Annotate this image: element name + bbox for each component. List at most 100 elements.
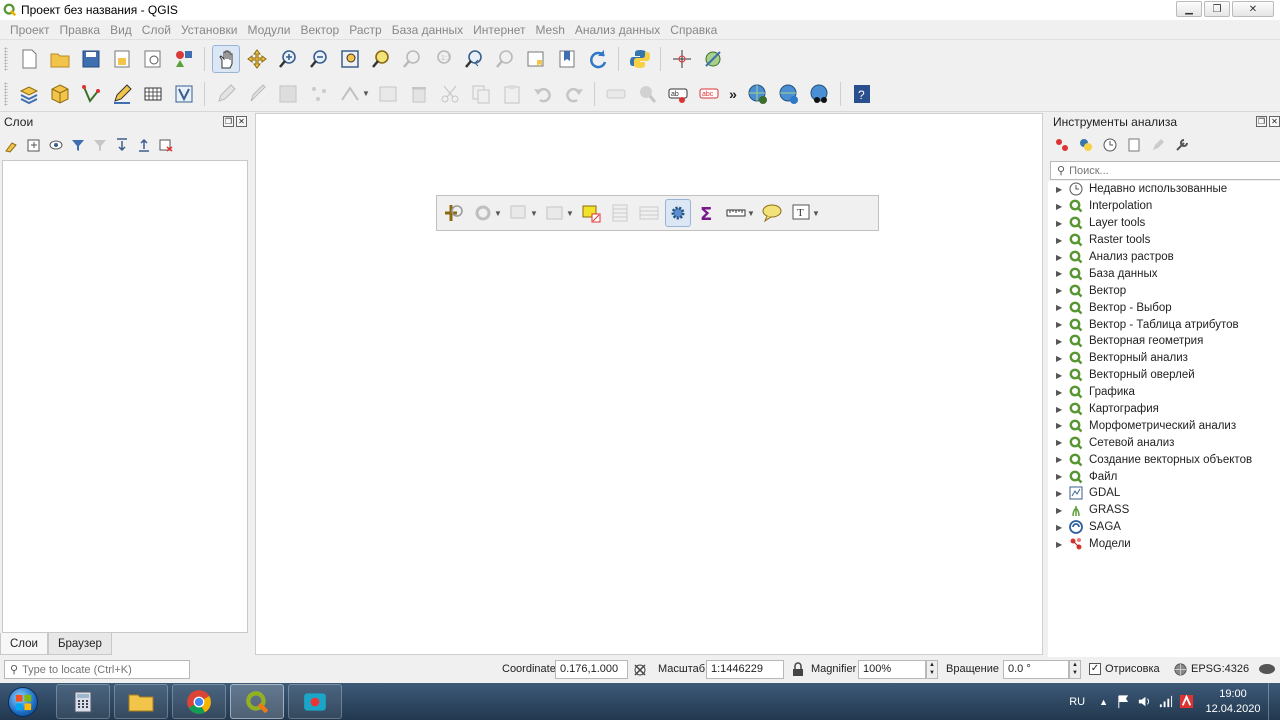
chrome-taskbar-button[interactable] [172, 684, 226, 719]
processing-group-item[interactable]: ▶ Векторный оверлей [1048, 367, 1280, 384]
expand-arrow-icon[interactable]: ▶ [1056, 236, 1064, 245]
expand-arrow-icon[interactable]: ▶ [1056, 202, 1064, 211]
open-project-button[interactable] [46, 45, 74, 73]
delete-selected-button[interactable] [405, 80, 433, 108]
copy-button[interactable] [467, 80, 495, 108]
style-manager-button[interactable] [170, 45, 198, 73]
vertex-tool-button[interactable] [336, 80, 364, 108]
expand-arrow-icon[interactable]: ▶ [1056, 286, 1064, 295]
web-layer-button[interactable] [744, 80, 772, 108]
coordinate-field[interactable]: 0.176,1.000 [555, 660, 628, 679]
tab-browser[interactable]: Браузер [47, 633, 112, 655]
magnifier-field[interactable]: 100% [858, 660, 926, 679]
expand-arrow-icon[interactable]: ▶ [1056, 405, 1064, 414]
panel-float-icon[interactable]: ❐ [1256, 116, 1267, 127]
antivirus-icon[interactable] [1179, 694, 1194, 709]
statistics-button[interactable]: Σ [694, 199, 720, 227]
language-indicator[interactable]: RU [1069, 696, 1085, 708]
layer-styling-icon[interactable] [4, 137, 20, 153]
locator-input[interactable] [22, 663, 183, 676]
georeferencer-button[interactable] [699, 45, 727, 73]
expand-arrow-icon[interactable]: ▶ [1056, 219, 1064, 228]
deselect-button[interactable] [578, 199, 604, 227]
processing-group-item[interactable]: ▶ Создание векторных объектов [1048, 451, 1280, 468]
processing-group-item[interactable]: ▶ Layer tools [1048, 215, 1280, 232]
new-layout-button[interactable] [108, 45, 136, 73]
results-viewer-icon[interactable] [1126, 137, 1142, 153]
expand-arrow-icon[interactable]: ▶ [1056, 523, 1064, 532]
zoom-last-button[interactable] [460, 45, 488, 73]
save-edits-button[interactable] [274, 80, 302, 108]
crs-globe-icon[interactable] [1173, 662, 1188, 677]
zoom-out-button[interactable] [305, 45, 333, 73]
tray-expand-icon[interactable]: ▲ [1099, 697, 1108, 707]
metasearch-button[interactable] [806, 80, 834, 108]
expand-arrow-icon[interactable]: ▶ [1056, 438, 1064, 447]
calculator-taskbar-button[interactable] [56, 684, 110, 719]
messages-icon[interactable] [1258, 662, 1276, 677]
panel-float-icon[interactable]: ❐ [223, 116, 234, 127]
text-annotation-button[interactable]: T [788, 199, 814, 227]
minimize-button[interactable]: ▁ [1176, 1, 1202, 17]
menu-vector[interactable]: Вектор [295, 20, 344, 40]
remove-layer-icon[interactable] [158, 137, 174, 153]
restore-button[interactable]: ❐ [1204, 1, 1230, 17]
new-geopackage-button[interactable] [46, 80, 74, 108]
toolbar-grip[interactable] [4, 81, 8, 106]
processing-group-item[interactable]: ▶ Графика [1048, 384, 1280, 401]
processing-group-item[interactable]: ▶ База данных [1048, 265, 1280, 282]
toggle-extents-icon[interactable] [632, 662, 648, 678]
expand-arrow-icon[interactable]: ▶ [1056, 337, 1064, 346]
expand-arrow-icon[interactable]: ▶ [1056, 421, 1064, 430]
zoom-full-button[interactable] [336, 45, 364, 73]
show-bookmarks-button[interactable] [553, 45, 581, 73]
tab-layers[interactable]: Слои [0, 633, 48, 655]
processing-group-item[interactable]: ▶ Вектор - Выбор [1048, 299, 1280, 316]
modify-attributes-button[interactable] [374, 80, 402, 108]
expand-arrow-icon[interactable]: ▶ [1056, 540, 1064, 549]
save-project-button[interactable] [77, 45, 105, 73]
expand-arrow-icon[interactable]: ▶ [1056, 506, 1064, 515]
processing-group-item[interactable]: ▶ SAGA [1048, 519, 1280, 536]
layout-manager-button[interactable] [139, 45, 167, 73]
field-calculator-button[interactable] [636, 199, 662, 227]
select-by-value-button[interactable] [542, 199, 568, 227]
select-features-button[interactable] [506, 199, 532, 227]
label-tool-button[interactable] [602, 80, 630, 108]
processing-group-item[interactable]: ▶ Вектор - Таблица атрибутов [1048, 316, 1280, 333]
filter-expression-icon[interactable] [92, 137, 108, 153]
processing-group-item[interactable]: ▶ Модели [1048, 536, 1280, 553]
start-button[interactable] [0, 683, 46, 720]
add-virtual-layer-button[interactable] [170, 80, 198, 108]
menu-web[interactable]: Интернет [468, 20, 530, 40]
processing-group-item[interactable]: ▶ Interpolation [1048, 198, 1280, 215]
processing-group-item[interactable]: ▶ Анализ растров [1048, 249, 1280, 266]
expand-arrow-icon[interactable]: ▶ [1056, 269, 1064, 278]
expand-arrow-icon[interactable]: ▶ [1056, 354, 1064, 363]
action-button[interactable] [470, 199, 496, 227]
expand-arrow-icon[interactable]: ▶ [1056, 455, 1064, 464]
zoom-next-button[interactable] [491, 45, 519, 73]
layers-list[interactable] [2, 160, 248, 633]
paste-button[interactable] [498, 80, 526, 108]
show-hide-labels-button[interactable]: abc [695, 80, 723, 108]
menu-raster[interactable]: Растр [344, 20, 386, 40]
processing-group-item[interactable]: ▶ Морфометрический анализ [1048, 417, 1280, 434]
expand-arrow-icon[interactable]: ▶ [1056, 185, 1064, 194]
wfs-layer-button[interactable] [775, 80, 803, 108]
lock-icon[interactable] [791, 662, 805, 677]
expand-arrow-icon[interactable]: ▶ [1056, 472, 1064, 481]
models-toolbar-icon[interactable] [1054, 137, 1070, 153]
zoom-to-selection-button[interactable] [367, 45, 395, 73]
processing-group-item[interactable]: ▶ Сетевой анализ [1048, 434, 1280, 451]
measure-button[interactable] [723, 199, 749, 227]
menu-mesh[interactable]: Mesh [531, 20, 570, 40]
processing-group-item[interactable]: ▶ Вектор [1048, 282, 1280, 299]
menu-edit[interactable]: Правка [55, 20, 106, 40]
flag-icon[interactable] [1116, 694, 1131, 709]
add-feature-button[interactable] [305, 80, 333, 108]
pin-labels-button[interactable] [633, 80, 661, 108]
add-raster-button[interactable] [139, 80, 167, 108]
expand-all-icon[interactable] [114, 137, 130, 153]
panel-close-icon[interactable]: ✕ [236, 116, 247, 127]
